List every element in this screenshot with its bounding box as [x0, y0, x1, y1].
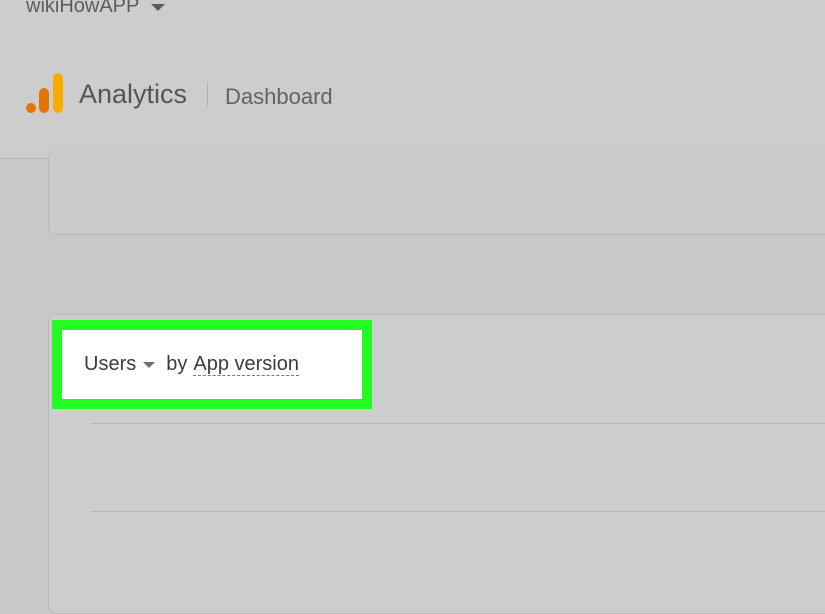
header-divider — [207, 82, 208, 106]
app-name[interactable]: Analytics — [79, 78, 187, 110]
report-card-title: Users by App version — [84, 351, 299, 377]
chart-gridline — [91, 423, 825, 424]
account-selector[interactable]: wikiHowAPP — [26, 0, 166, 18]
caret-down-icon[interactable] — [143, 362, 156, 368]
dimension-selector[interactable]: App version — [193, 353, 299, 376]
app-header: wikiHowAPP Analytics Dashboard — [0, 0, 825, 159]
account-name[interactable]: wikiHowAPP — [26, 0, 139, 18]
chart-gridline — [91, 511, 825, 512]
summary-card — [48, 150, 825, 235]
connector-text: by — [166, 353, 188, 375]
metric-selector-label[interactable]: Users — [84, 351, 136, 377]
page-title: Dashboard — [225, 84, 333, 109]
caret-down-icon[interactable] — [151, 3, 166, 11]
analytics-logo[interactable] — [26, 73, 64, 113]
